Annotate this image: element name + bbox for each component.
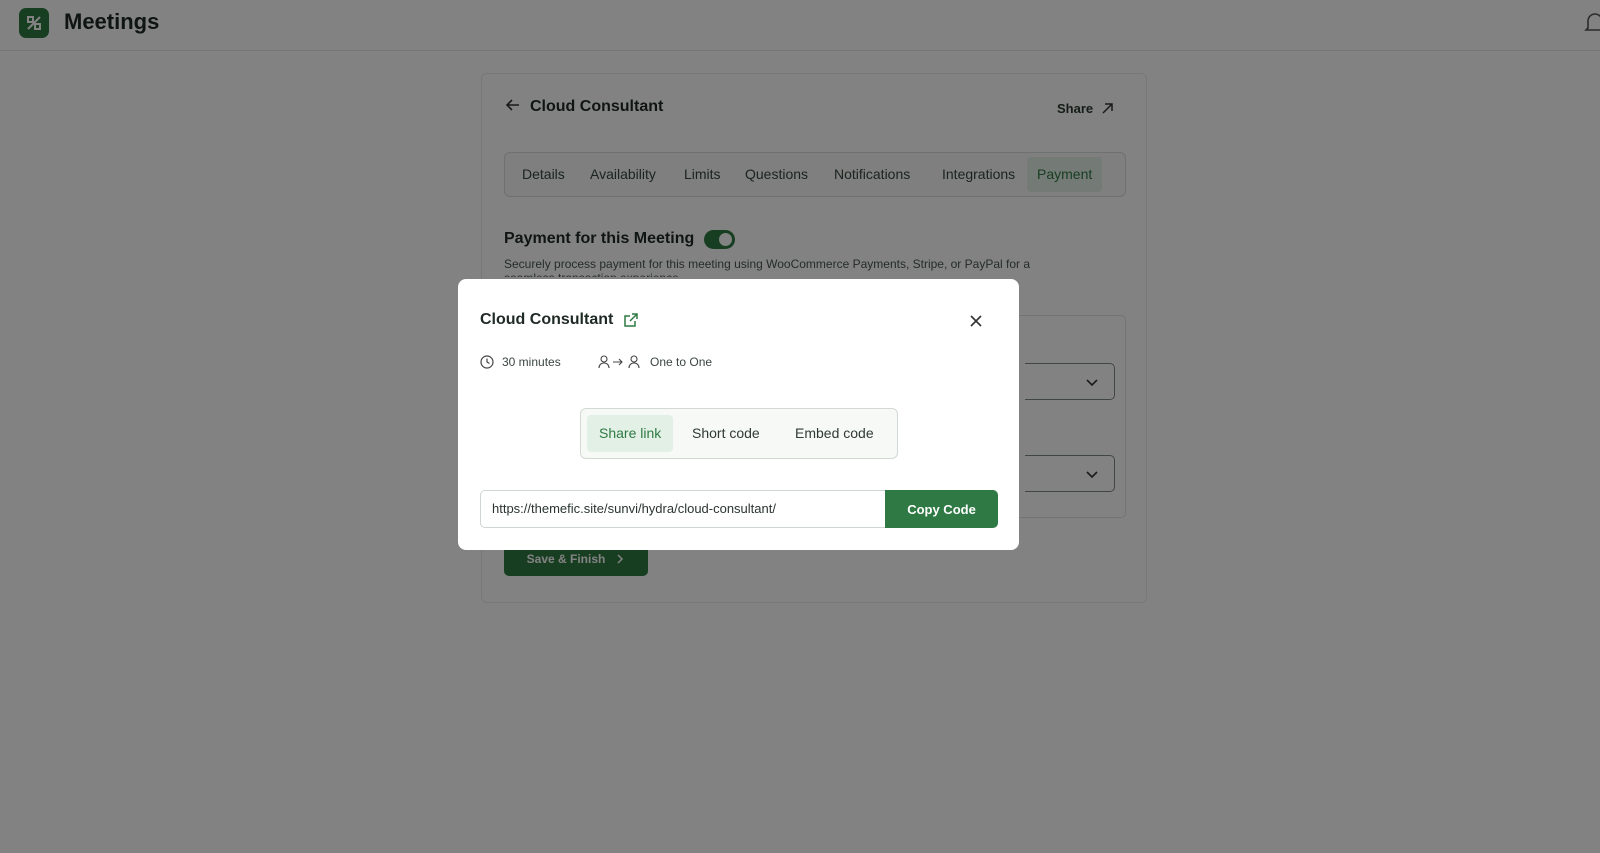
duration-meta: 30 minutes — [480, 355, 561, 369]
copy-code-button[interactable]: Copy Code — [885, 490, 998, 528]
type-text: One to One — [650, 355, 713, 369]
type-meta: One to One — [598, 355, 712, 369]
modal-title-row: Cloud Consultant — [480, 311, 639, 329]
one-to-one-icon — [598, 355, 640, 369]
close-icon[interactable] — [968, 313, 984, 329]
duration-text: 30 minutes — [502, 355, 561, 369]
share-mode-segmented-control: Share link Short code Embed code — [580, 408, 898, 459]
segment-share-link[interactable]: Share link — [587, 415, 674, 452]
clock-icon — [480, 355, 494, 369]
share-modal: Cloud Consultant 30 minutes One to One S… — [458, 279, 1019, 550]
segment-embed-code[interactable]: Embed code — [783, 415, 886, 452]
modal-title: Cloud Consultant — [480, 311, 614, 328]
external-link-icon[interactable] — [623, 312, 639, 328]
segment-short-code[interactable]: Short code — [680, 415, 772, 452]
share-url-field[interactable]: https://themefic.site/sunvi/hydra/cloud-… — [480, 490, 887, 528]
